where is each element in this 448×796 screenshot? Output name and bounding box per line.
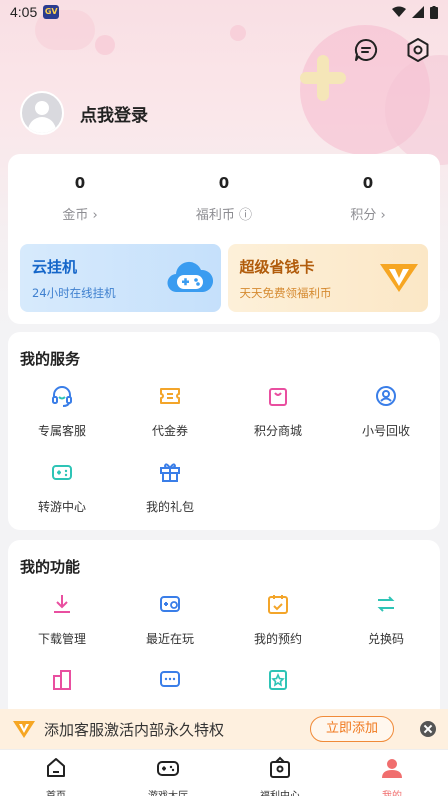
tab-welfare-label: 福利中心 [224,787,336,796]
settings-icon[interactable] [405,37,431,63]
feature-download-label: 下载管理 [37,632,86,646]
features-card: 我的功能 下载管理 最近在玩 我的预约 兑换码 [8,540,440,720]
points-label: 积分 › [350,208,386,223]
message-icon[interactable] [353,37,379,63]
points-value: 0 [362,174,374,192]
login-text[interactable]: 点我登录 [80,101,148,126]
voucher-icon [160,388,180,404]
coins-value: 0 [74,174,86,192]
service-account-recycle[interactable]: 小号回收 [332,384,440,438]
status-bar: 4:05 GV [0,0,448,24]
vip-v-icon [13,721,35,738]
tab-home[interactable]: 首页 [0,750,112,796]
bottom-tab-bar: 首页 游戏大厅 福利中心 我的 [0,749,448,796]
feature-redeem[interactable]: 兑换码 [332,592,440,646]
service-points-mall-label: 积分商城 [253,424,302,438]
feature-recent[interactable]: 最近在玩 [116,592,224,646]
service-customer[interactable]: 专属客服 [8,384,116,438]
tab-game-hall[interactable]: 游戏大厅 [112,750,224,796]
welfare-coins-value: 0 [218,174,230,192]
tab-home-label: 首页 [0,787,112,796]
service-game-transfer-label: 转游中心 [37,500,86,514]
coins-stat[interactable]: 0 金币 › [8,174,152,223]
status-time: 4:05 [10,4,38,20]
exchange-icon [377,596,395,612]
welfare-icon [270,756,290,778]
user-icon [382,759,402,778]
service-customer-label: 专属客服 [37,424,86,438]
shopping-bag-icon [269,388,287,406]
battery-icon [430,5,438,19]
game-transfer-icon [52,465,72,480]
headset-icon [52,386,72,407]
building-icon [53,670,71,690]
assets-card: 0 金币 › 0 福利币 ⓘ 0 积分 › 云挂机 24小时在线挂机 超级省钱卡… [8,154,440,324]
cloud-gamepad-icon [167,261,213,293]
feature-download[interactable]: 下载管理 [8,592,116,646]
close-icon[interactable] [420,721,436,737]
service-voucher[interactable]: 代金券 [116,384,224,438]
account-recycle-icon [376,386,396,406]
tab-mine-label: 我的 [336,787,448,796]
app-badge-icon: GV [43,5,60,19]
services-title: 我的服务 [20,350,81,368]
welfare-coins-label: 福利币 ⓘ [195,208,253,223]
tab-game-hall-label: 游戏大厅 [112,787,224,796]
service-account-recycle-label: 小号回收 [361,424,410,438]
services-card: 我的服务 专属客服 代金券 积分商城 小号回收 转游中心 我的礼包 [8,332,440,530]
features-title: 我的功能 [20,558,81,576]
vip-v-icon [380,264,418,292]
points-stat[interactable]: 0 积分 › [296,174,440,223]
chat-icon [160,671,180,687]
gamepad-icon [157,761,179,776]
coins-label: 金币 › [62,208,98,223]
home-icon [47,758,65,777]
wifi-icon [392,6,406,17]
service-gift-label: 我的礼包 [145,500,194,514]
service-game-transfer[interactable]: 转游中心 [8,460,116,514]
gift-icon [160,463,180,482]
tab-mine[interactable]: 我的 [336,750,448,796]
tab-welfare[interactable]: 福利中心 [224,750,336,796]
add-now-button[interactable]: 立即添加 [310,716,394,742]
service-points-mall[interactable]: 积分商城 [224,384,332,438]
service-gift[interactable]: 我的礼包 [116,460,224,514]
avatar[interactable] [20,91,64,135]
signal-icon [412,6,424,18]
service-voucher-label: 代金券 [151,424,188,438]
calendar-icon [268,595,288,614]
login-entry[interactable]: 点我登录 [20,91,148,135]
feature-recent-label: 最近在玩 [145,632,194,646]
customer-service-banner: 添加客服激活内部永久特权 立即添加 [0,709,448,749]
feature-reservation-label: 我的预约 [253,632,302,646]
recent-play-icon [160,596,180,612]
feature-reservation[interactable]: 我的预约 [224,592,332,646]
feature-redeem-label: 兑换码 [367,632,404,646]
banner-text: 添加客服激活内部永久特权 [44,720,225,739]
download-icon [54,595,70,613]
saving-card[interactable]: 超级省钱卡 天天免费领福利币 [227,244,428,312]
welfare-coins-stat[interactable]: 0 福利币 ⓘ [152,174,296,223]
cloud-hosting-card[interactable]: 云挂机 24小时在线挂机 [20,244,221,312]
star-badge-icon [269,670,287,690]
